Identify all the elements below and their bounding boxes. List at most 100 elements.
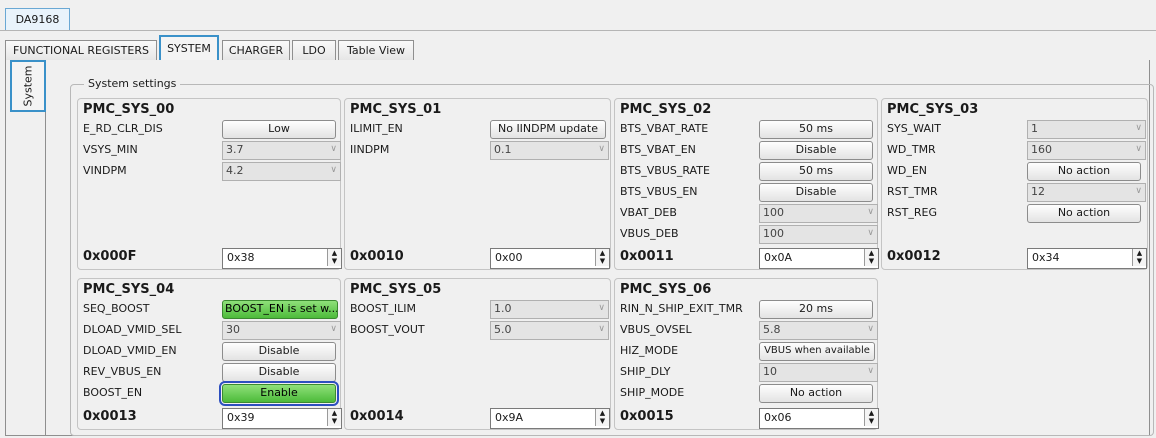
register-value-spinbox[interactable]: 0x9A ▲ ▼	[490, 408, 610, 429]
field-label: REV_VBUS_EN	[83, 365, 162, 378]
tab-ldo[interactable]: LDO	[292, 40, 336, 60]
field-label: VBUS_OVSEL	[620, 323, 692, 336]
field-label: SHIP_MODE	[620, 386, 685, 399]
vbus-ovsel-select[interactable]: 5.8 ∨	[759, 321, 878, 340]
select-value: 5.0	[494, 323, 512, 336]
bts-vbus-en-button[interactable]: Disable	[759, 183, 873, 202]
register-value-spinbox[interactable]: 0x00 ▲ ▼	[490, 248, 610, 269]
rin-n-ship-exit-tmr-button[interactable]: 20 ms	[759, 300, 873, 319]
spin-value: 0x38	[227, 251, 255, 264]
register-address: 0x0011	[620, 249, 674, 264]
iindpm-select[interactable]: 0.1 ∨	[490, 141, 609, 160]
ship-mode-button[interactable]: No action	[759, 384, 873, 403]
spin-arrows-icon[interactable]: ▲ ▼	[327, 249, 341, 266]
register-value-spinbox[interactable]: 0x06 ▲ ▼	[759, 408, 879, 429]
spin-arrows-icon[interactable]: ▲ ▼	[595, 249, 609, 266]
panel-title: PMC_SYS_02	[620, 102, 712, 117]
device-tab[interactable]: DA9168	[5, 8, 70, 31]
spin-arrows-icon[interactable]: ▲ ▼	[864, 409, 878, 426]
vbat-deb-select[interactable]: 100 ∨	[759, 204, 878, 223]
seq-boost-button[interactable]: BOOST_EN is set w...	[222, 300, 338, 319]
select-value: 12	[1031, 185, 1045, 198]
panel-pmc-sys-04: PMC_SYS_04 SEQ_BOOST BOOST_EN is set w..…	[77, 278, 342, 430]
tab-system[interactable]: SYSTEM	[159, 35, 219, 61]
ilimit-en-button[interactable]: No IINDPM update	[490, 120, 606, 139]
panel-pmc-sys-03: PMC_SYS_03 SYS_WAIT 1 ∨ WD_TMR 160 ∨ WD_EN…	[881, 98, 1148, 270]
panel-title: PMC_SYS_06	[620, 282, 712, 297]
rev-vbus-en-button[interactable]: Disable	[222, 363, 336, 382]
tab-functional-registers[interactable]: FUNCTIONAL REGISTERS	[5, 40, 157, 60]
field-label: BOOST_ILIM	[350, 302, 416, 315]
register-value-spinbox[interactable]: 0x0A ▲ ▼	[759, 248, 879, 269]
register-address: 0x0015	[620, 409, 674, 424]
dload-vmid-en-button[interactable]: Disable	[222, 342, 336, 361]
bts-vbus-rate-button[interactable]: 50 ms	[759, 162, 873, 181]
vbus-deb-select[interactable]: 100 ∨	[759, 225, 878, 244]
field-label: BTS_VBUS_RATE	[620, 164, 710, 177]
field-label: IINDPM	[350, 143, 390, 156]
side-tab-divider	[45, 60, 46, 436]
boost-ilim-select[interactable]: 1.0 ∨	[490, 300, 609, 319]
wd-tmr-select[interactable]: 160 ∨	[1027, 141, 1146, 160]
register-value-spinbox[interactable]: 0x34 ▲ ▼	[1027, 248, 1147, 269]
spin-value: 0x9A	[495, 411, 524, 424]
spin-arrows-icon[interactable]: ▲ ▼	[595, 409, 609, 426]
chevron-down-icon: ∨	[598, 144, 605, 154]
field-label: VBAT_DEB	[620, 206, 677, 219]
boost-en-button[interactable]: Enable	[219, 381, 339, 406]
divider	[0, 30, 1156, 31]
field-label: BOOST_VOUT	[350, 323, 425, 336]
chevron-down-icon: ∨	[598, 324, 605, 334]
field-label: HIZ_MODE	[620, 344, 679, 357]
sys-wait-select[interactable]: 1 ∨	[1027, 120, 1146, 139]
ship-dly-select[interactable]: 10 ∨	[759, 363, 878, 382]
panel-title: PMC_SYS_00	[83, 102, 175, 117]
e-rd-clr-dis-button[interactable]: Low	[222, 120, 336, 139]
register-value-spinbox[interactable]: 0x39 ▲ ▼	[222, 408, 342, 429]
field-label: SYS_WAIT	[887, 122, 941, 135]
rst-tmr-select[interactable]: 12 ∨	[1027, 183, 1146, 202]
register-value-spinbox[interactable]: 0x38 ▲ ▼	[222, 248, 342, 269]
register-address: 0x0013	[83, 409, 137, 424]
side-tab-system[interactable]: System	[10, 60, 46, 112]
select-value: 100	[763, 206, 784, 219]
chevron-down-icon: ∨	[330, 324, 337, 334]
panel-pmc-sys-01: PMC_SYS_01 ILIMIT_EN No IINDPM update II…	[344, 98, 611, 270]
spin-value: 0x39	[227, 411, 255, 424]
field-label: BTS_VBAT_EN	[620, 143, 696, 156]
vsys-min-select[interactable]: 3.7 ∨	[222, 141, 341, 160]
spin-value: 0x00	[495, 251, 523, 264]
select-value: 0.1	[494, 143, 512, 156]
chevron-down-icon: ∨	[867, 366, 874, 376]
select-value: 5.8	[763, 323, 781, 336]
tab-table-view[interactable]: Table View	[338, 40, 414, 60]
dload-vmid-sel-select[interactable]: 30 ∨	[222, 321, 341, 340]
chevron-down-icon: ∨	[1135, 186, 1142, 196]
chevron-down-icon: ∨	[1135, 144, 1142, 154]
bts-vbat-en-button[interactable]: Disable	[759, 141, 873, 160]
spin-value: 0x0A	[764, 251, 793, 264]
vindpm-select[interactable]: 4.2 ∨	[222, 162, 341, 181]
select-value: 10	[763, 365, 777, 378]
chevron-down-icon: ∨	[867, 228, 874, 238]
bts-vbat-rate-button[interactable]: 50 ms	[759, 120, 873, 139]
field-label: BTS_VBAT_RATE	[620, 122, 709, 135]
panel-pmc-sys-00: PMC_SYS_00 E_RD_CLR_DIS Low VSYS_MIN 3.7…	[77, 98, 342, 270]
chevron-down-icon: ∨	[1135, 123, 1142, 133]
spin-value: 0x34	[1032, 251, 1060, 264]
rst-reg-button[interactable]: No action	[1027, 204, 1141, 223]
tab-charger[interactable]: CHARGER	[222, 40, 290, 60]
panel-title: PMC_SYS_03	[887, 102, 979, 117]
field-label: RST_REG	[887, 206, 937, 219]
field-label: VSYS_MIN	[83, 143, 138, 156]
spin-arrows-icon[interactable]: ▲ ▼	[327, 409, 341, 426]
spin-arrows-icon[interactable]: ▲ ▼	[864, 249, 878, 266]
register-address: 0x000F	[83, 249, 137, 264]
spin-arrows-icon[interactable]: ▲ ▼	[1132, 249, 1146, 266]
wd-en-button[interactable]: No action	[1027, 162, 1141, 181]
side-tab-label: System	[21, 65, 35, 107]
hiz-mode-button[interactable]: VBUS when available	[759, 342, 875, 361]
boost-vout-select[interactable]: 5.0 ∨	[490, 321, 609, 340]
field-label: BOOST_EN	[83, 386, 143, 399]
field-label: DLOAD_VMID_EN	[83, 344, 177, 357]
